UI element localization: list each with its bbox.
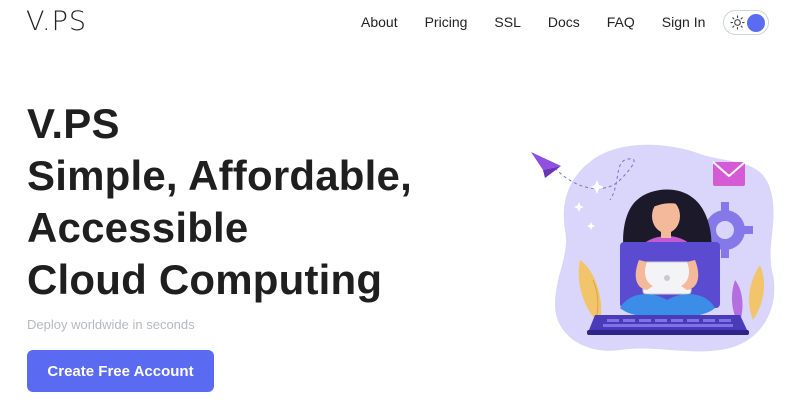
- nav-ssl[interactable]: SSL: [494, 14, 520, 30]
- theme-toggle[interactable]: [723, 10, 769, 35]
- sun-icon: [730, 15, 745, 30]
- nav-about[interactable]: About: [361, 14, 398, 30]
- hero-illustration: [531, 144, 775, 352]
- nav-pricing[interactable]: Pricing: [425, 14, 468, 30]
- nav-faq[interactable]: FAQ: [607, 14, 635, 30]
- nav-docs[interactable]: Docs: [548, 14, 580, 30]
- hero-title-line: V.PS: [27, 100, 120, 147]
- toggle-knob: [747, 14, 765, 32]
- hero-title-line: Cloud Computing: [27, 256, 383, 303]
- hero-tagline: Deploy worldwide in seconds: [27, 317, 195, 332]
- create-account-button[interactable]: Create Free Account: [27, 350, 214, 392]
- hero-title: V.PS Simple, Affordable, Accessible Clou…: [27, 98, 412, 306]
- logo[interactable]: V.PS: [26, 6, 87, 37]
- envelope-icon: [712, 161, 746, 186]
- hero-title-line: Simple, Affordable,: [27, 152, 412, 199]
- main-nav: About Pricing SSL Docs FAQ Sign In: [361, 13, 705, 31]
- paper-plane-icon: [531, 152, 561, 178]
- hero-title-line: Accessible: [27, 204, 249, 251]
- nav-sign-in[interactable]: Sign In: [662, 14, 706, 30]
